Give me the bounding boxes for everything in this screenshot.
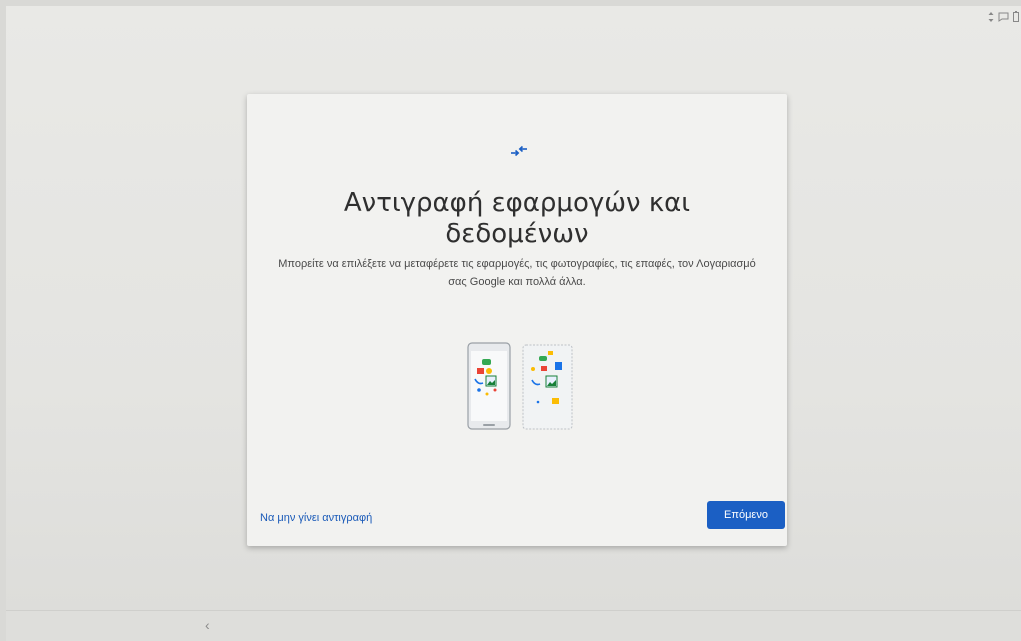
copy-apps-dialog: Αντιγραφή εφαρμογών και δεδομένων Μπορεί… bbox=[247, 94, 787, 546]
battery-icon bbox=[1013, 11, 1019, 25]
next-button[interactable]: Επόμενο bbox=[707, 501, 785, 529]
page-description: Μπορείτε να επιλέξετε να μεταφέρετε τις … bbox=[278, 258, 756, 288]
navigation-bar: ‹ bbox=[6, 610, 1021, 641]
transfer-arrows-icon bbox=[511, 145, 527, 157]
phone-to-tablet-transfer-illustration bbox=[467, 342, 573, 430]
data-transfer-icon bbox=[988, 11, 994, 25]
tablet-screen: Αντιγραφή εφαρμογών και δεδομένων Μπορεί… bbox=[6, 6, 1021, 641]
status-bar bbox=[988, 6, 1021, 30]
skip-copy-link[interactable]: Να μην γίνει αντιγραφή bbox=[260, 512, 372, 524]
page-title: Αντιγραφή εφαρμογών και δεδομένων bbox=[343, 188, 691, 249]
chat-icon bbox=[998, 12, 1009, 25]
back-icon[interactable]: ‹ bbox=[205, 617, 210, 633]
